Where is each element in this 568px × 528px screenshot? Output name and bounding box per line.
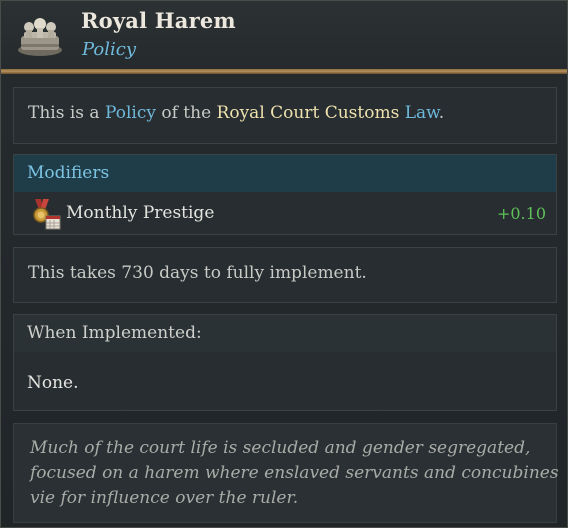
header-divider: [1, 69, 567, 74]
royal-court-icon: [15, 14, 65, 58]
description-line: vie for influence over the ruler.: [30, 488, 299, 508]
when-implemented-section: When Implemented: None.: [13, 314, 557, 411]
intro-section: This is a Policy of the Royal Court Cust…: [13, 87, 557, 144]
when-implemented-heading-label: When Implemented:: [27, 323, 202, 343]
description-text: Much of the court life is secluded and g…: [30, 436, 559, 511]
flavor-description: Much of the court life is secluded and g…: [13, 423, 559, 523]
description-line: Much of the court life is secluded and g…: [30, 438, 531, 458]
modifiers-section: Modifiers Monthly Prestige +0.10: [13, 154, 557, 235]
when-implemented-heading: When Implemented:: [14, 315, 556, 352]
policy-type[interactable]: Policy: [82, 39, 136, 60]
tooltip-header: Royal Harem Policy: [1, 1, 567, 71]
modifiers-heading-label: Modifiers: [27, 163, 110, 183]
intro-text: This is a Policy of the Royal Court Cust…: [28, 103, 445, 123]
description-line: focused on a harem where enslaved servan…: [30, 463, 559, 483]
modifier-row[interactable]: Monthly Prestige +0.10: [14, 195, 556, 231]
implementation-section: This takes 730 days to fully implement.: [13, 247, 557, 303]
policy-title: Royal Harem: [81, 8, 236, 33]
modifiers-heading: Modifiers: [14, 155, 556, 192]
when-implemented-value: None.: [27, 373, 79, 393]
law-link[interactable]: Law: [405, 103, 439, 123]
modifier-value: +0.10: [496, 204, 546, 223]
law-name-link[interactable]: Royal Court Customs: [217, 103, 400, 123]
policy-link[interactable]: Policy: [105, 103, 156, 123]
implementation-text: This takes 730 days to fully implement.: [28, 263, 367, 283]
policy-tooltip: Royal Harem Policy This is a Policy of t…: [0, 0, 568, 528]
modifier-label: Monthly Prestige: [66, 203, 215, 223]
prestige-medal-icon: [30, 198, 62, 230]
